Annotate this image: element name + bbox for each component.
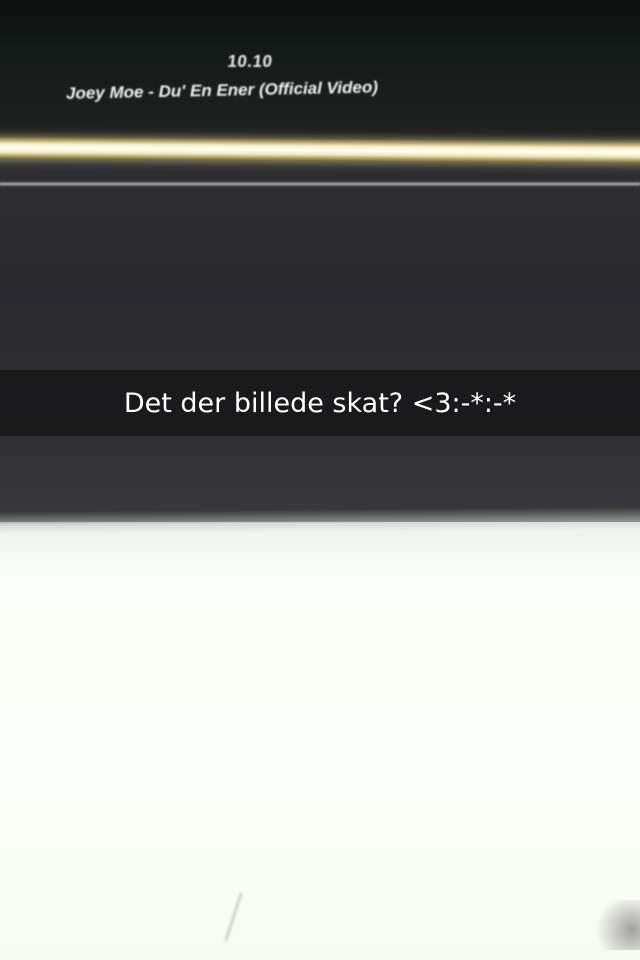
caption-text: Det der billede skat? <3:-*:-* [123,387,517,419]
track-time-label: 10.10 [226,52,274,71]
progress-fill [0,137,640,164]
video-title: Joey Moe - Du' En Ener (Official Video) [65,77,379,103]
screen-edge [0,507,640,535]
snap-photo: 10.10 Joey Moe - Du' En Ener (Official V… [0,0,640,960]
caption-bar[interactable]: Det der billede skat? <3:-*:-* [0,370,640,436]
desk-surface [0,522,640,960]
screen-display-area [0,140,640,530]
progress-bar [0,137,640,164]
screen-divider [0,182,640,186]
corner-shadow [590,900,640,950]
screen-header: 10.10 Joey Moe - Du' En Ener (Official V… [0,0,640,140]
